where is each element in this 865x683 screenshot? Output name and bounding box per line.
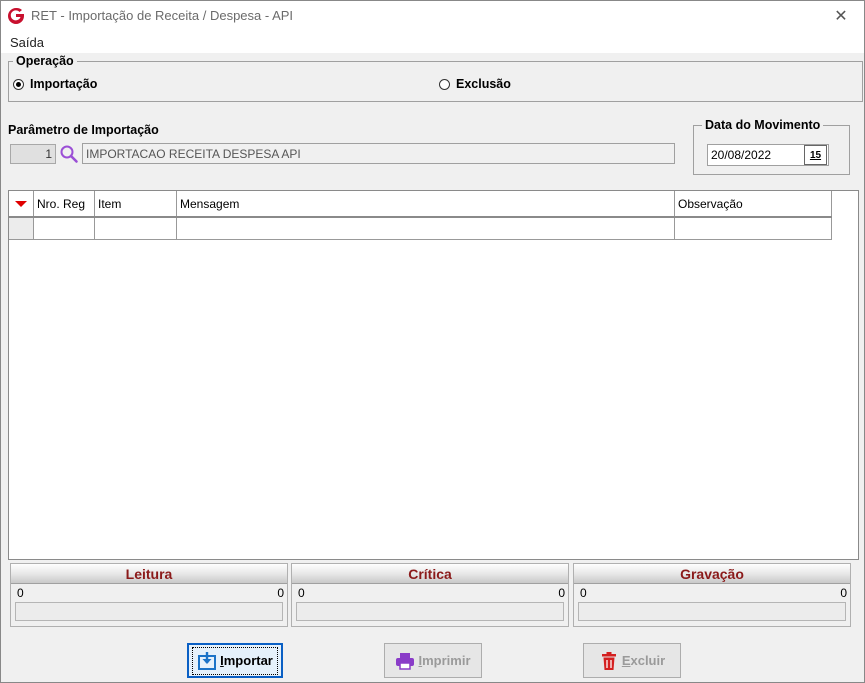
- grid-sort-indicator[interactable]: [9, 191, 34, 216]
- window-title: RET - Importação de Receita / Despesa - …: [31, 8, 294, 23]
- column-header-mensagem[interactable]: Mensagem: [177, 191, 675, 216]
- import-icon: [198, 651, 217, 670]
- imprimir-button[interactable]: Imprimir: [384, 643, 482, 678]
- column-header-observacao[interactable]: Observação: [675, 191, 832, 216]
- radio-unselected-icon: [439, 78, 450, 90]
- search-icon[interactable]: [59, 144, 79, 164]
- menu-item-saida[interactable]: Saída: [10, 35, 44, 50]
- close-button[interactable]: ✕: [818, 1, 864, 31]
- counter-critica-left-value: 0: [298, 586, 305, 600]
- counter-leitura-title: Leitura: [11, 564, 287, 584]
- cell-observacao[interactable]: [675, 218, 832, 239]
- imprimir-label: mprimir: [422, 653, 471, 668]
- radio-exclusao[interactable]: Exclusão: [439, 77, 511, 91]
- cell-mensagem[interactable]: [177, 218, 675, 239]
- counter-gravacao: Gravação 0 0: [573, 563, 851, 627]
- importar-button-content: Importar: [192, 646, 278, 675]
- excluir-accel: E: [621, 653, 631, 668]
- excluir-button[interactable]: Excluir: [583, 643, 681, 678]
- counter-gravacao-title: Gravação: [574, 564, 850, 584]
- cell-item[interactable]: [95, 218, 177, 239]
- operacao-group: Operação Importação Exclusão: [8, 54, 863, 102]
- data-movimento-legend: Data do Movimento: [702, 118, 824, 132]
- data-movimento-group: Data do Movimento 20/08/2022 15: [693, 118, 850, 175]
- menu-bar: Saída: [1, 31, 864, 53]
- title-bar: RET - Importação de Receita / Despesa - …: [1, 1, 864, 31]
- operacao-legend: Operação: [13, 54, 77, 68]
- close-icon: ✕: [834, 8, 848, 25]
- app-logo-icon: [8, 7, 24, 24]
- parametro-description-field: IMPORTACAO RECEITA DESPESA API: [82, 143, 675, 164]
- excluir-label: xcluir: [630, 653, 666, 668]
- radio-selected-icon: [13, 78, 24, 90]
- parametro-label: Parâmetro de Importação: [8, 123, 159, 137]
- grid-header: Nro. Reg Item Mensagem Observação: [9, 191, 832, 218]
- counter-critica-progress-bar: [296, 602, 564, 621]
- counter-critica: Crítica 0 0: [291, 563, 569, 627]
- counter-leitura: Leitura 0 0: [10, 563, 288, 627]
- counter-critica-right-value: 0: [558, 586, 565, 600]
- window: RET - Importação de Receita / Despesa - …: [0, 0, 865, 683]
- calendar-button[interactable]: 15: [804, 145, 827, 165]
- trash-icon: [601, 651, 616, 670]
- calendar-icon: 15: [809, 149, 822, 161]
- cell-nro-reg[interactable]: [34, 218, 95, 239]
- printer-icon: [396, 652, 415, 670]
- counter-leitura-progress-bar: [15, 602, 283, 621]
- counter-leitura-right-value: 0: [277, 586, 284, 600]
- row-indicator[interactable]: [9, 218, 34, 239]
- messages-grid[interactable]: Nro. Reg Item Mensagem Observação: [8, 190, 859, 560]
- radio-exclusao-label: Exclusão: [456, 77, 511, 91]
- importar-label: mportar: [223, 653, 273, 668]
- radio-importacao[interactable]: Importação: [13, 77, 97, 91]
- counter-critica-title: Crítica: [292, 564, 568, 584]
- sort-down-icon: [15, 200, 27, 207]
- radio-importacao-label: Importação: [30, 77, 98, 91]
- counter-gravacao-right-value: 0: [840, 586, 847, 600]
- counter-gravacao-left-value: 0: [580, 586, 587, 600]
- column-header-nro-reg[interactable]: Nro. Reg: [34, 191, 95, 216]
- counter-gravacao-progress-bar: [578, 602, 846, 621]
- counter-leitura-left-value: 0: [17, 586, 24, 600]
- column-header-item[interactable]: Item: [95, 191, 177, 216]
- importar-button[interactable]: Importar: [187, 643, 283, 678]
- parametro-code-input[interactable]: 1: [10, 144, 56, 164]
- table-row[interactable]: [9, 218, 832, 240]
